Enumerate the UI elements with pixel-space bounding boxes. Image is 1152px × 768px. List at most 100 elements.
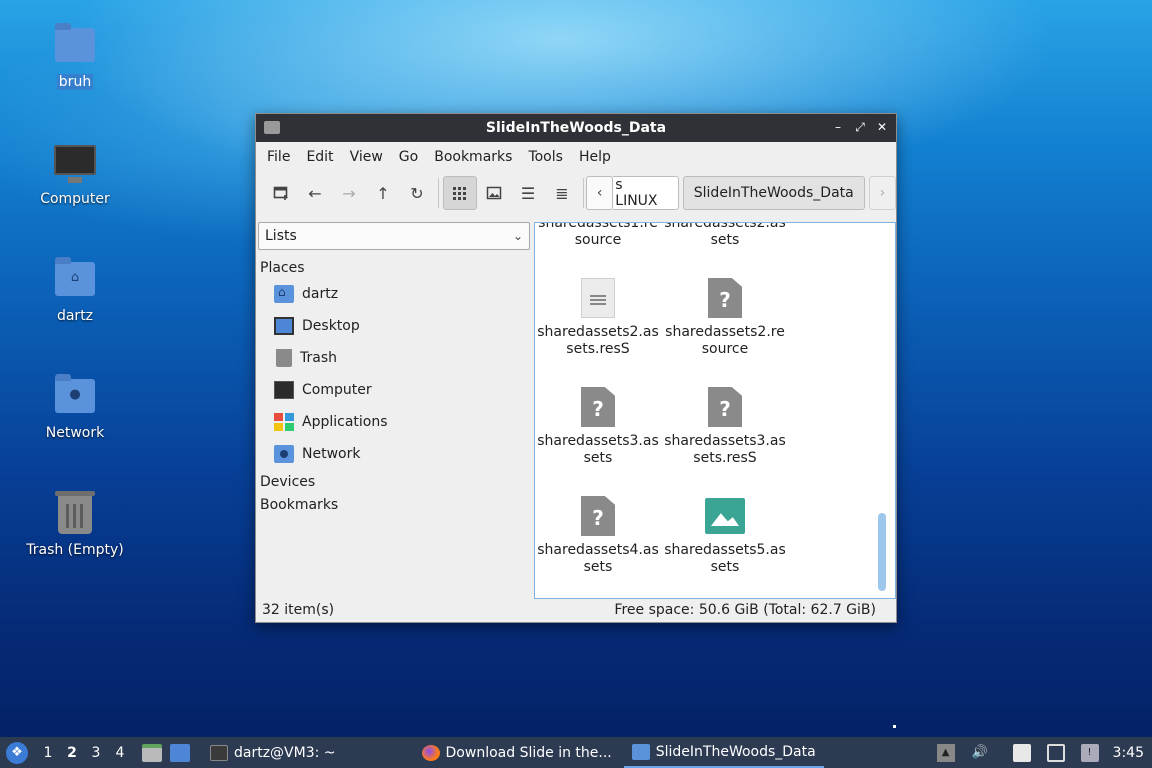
menu-bookmarks[interactable]: Bookmarks xyxy=(426,149,520,165)
sidebar-item-label: Network xyxy=(302,446,361,462)
sidebar-item-desktop[interactable]: Desktop xyxy=(258,310,530,342)
clock[interactable]: 3:45 xyxy=(1113,745,1144,761)
new-tab-button[interactable] xyxy=(264,176,298,210)
file-name: sharedassets4.as sets xyxy=(537,542,659,575)
file-item[interactable]: ? sharedassets3.as sets.resS xyxy=(663,387,787,467)
vertical-scrollbar[interactable] xyxy=(877,223,889,598)
window-titlebar[interactable]: SlideInTheWoods_Data – ⤢ ✕ xyxy=(256,114,896,142)
path-crumb-parent[interactable]: s LINUX xyxy=(613,176,679,210)
folder-icon xyxy=(52,22,98,68)
task-label: dartz@VM3: ~ xyxy=(234,744,336,761)
workspace-4[interactable]: 4 xyxy=(108,745,132,761)
desktop-icon-label: Computer xyxy=(40,191,110,207)
side-pane-mode-select[interactable]: Lists ⌄ xyxy=(258,222,530,250)
workspace-1[interactable]: 1 xyxy=(36,745,60,761)
menu-edit[interactable]: Edit xyxy=(298,149,341,165)
notification-icon[interactable]: ! xyxy=(1080,743,1099,762)
menu-help[interactable]: Help xyxy=(571,149,619,165)
path-crumb-current[interactable]: SlideInTheWoods_Data xyxy=(682,176,865,210)
computer-icon xyxy=(274,381,294,399)
volume-icon[interactable]: 🔊 xyxy=(971,744,989,762)
path-scroll-right-button[interactable]: › xyxy=(868,176,897,210)
file-item[interactable]: sharedassets2.as sets.resS xyxy=(536,278,660,358)
compact-view-button[interactable]: ☰ xyxy=(511,176,545,210)
devices-heading[interactable]: Devices xyxy=(260,474,530,492)
computer-icon xyxy=(52,139,98,185)
file-item[interactable]: ? sharedassets3.as sets xyxy=(536,387,660,467)
menu-tools[interactable]: Tools xyxy=(520,149,571,165)
task-terminal[interactable]: dartz@VM3: ~ xyxy=(202,737,344,768)
restore-button[interactable]: ⤢ xyxy=(852,119,868,135)
file-item[interactable]: ? sharedassets2.re source xyxy=(663,278,787,358)
scrollbar-thumb[interactable] xyxy=(878,513,886,591)
desktop-icon-label: dartz xyxy=(56,308,94,324)
desktop-icon-trash[interactable]: Trash (Empty) xyxy=(20,490,130,558)
workspace-2[interactable]: 2 xyxy=(60,745,84,761)
file-name: sharedassets2.as sets.resS xyxy=(537,324,659,357)
desktop-icon-network[interactable]: ● Network xyxy=(20,373,130,441)
sidebar-item-computer[interactable]: Computer xyxy=(258,374,530,406)
sidebar-item-label: Applications xyxy=(302,414,388,430)
chevron-down-icon: ⌄ xyxy=(512,229,523,243)
show-desktop-icon[interactable] xyxy=(170,743,190,762)
network-status-icon[interactable] xyxy=(1046,743,1065,762)
system-tray: ▲ 🔊 ! 3:45 xyxy=(929,737,1152,768)
task-label: Download Slide in the... xyxy=(445,744,612,761)
applications-icon xyxy=(274,413,294,431)
task-file-manager[interactable]: SlideInTheWoods_Data xyxy=(623,737,824,768)
path-scroll-left-button[interactable]: ‹ xyxy=(586,176,614,210)
side-pane: Lists ⌄ Places dartz Desktop Trash Compu… xyxy=(258,222,530,598)
minimize-button[interactable]: – xyxy=(830,119,846,135)
desktop-icon-label: bruh xyxy=(56,74,94,90)
sidebar-item-dartz[interactable]: dartz xyxy=(258,278,530,310)
file-name: sharedassets1.re source xyxy=(538,222,658,248)
desktop-icon-computer[interactable]: Computer xyxy=(20,139,130,207)
image-file-icon xyxy=(705,498,745,534)
menu-view[interactable]: View xyxy=(342,149,391,165)
unknown-file-icon: ? xyxy=(708,278,742,318)
icon-view-button[interactable] xyxy=(443,176,477,210)
file-manager-launcher-icon[interactable] xyxy=(142,743,162,762)
network-folder-icon xyxy=(274,445,294,463)
start-menu-button[interactable]: ❖ xyxy=(6,741,28,764)
free-space: Free space: 50.6 GiB (Total: 62.7 GiB) xyxy=(614,602,876,618)
workspace-3[interactable]: 3 xyxy=(84,745,108,761)
eject-icon[interactable]: ▲ xyxy=(936,743,955,762)
menubar: File Edit View Go Bookmarks Tools Help xyxy=(256,142,896,172)
file-name: sharedassets2.re source xyxy=(665,324,785,357)
menu-file[interactable]: File xyxy=(259,149,298,165)
toolbar: ← → ↑ ↻ ☰ ≣ ‹ s LINUX SlideInTheWoods_Da… xyxy=(256,172,897,214)
desktop-icon-bruh[interactable]: bruh xyxy=(20,22,130,90)
sidebar-item-trash[interactable]: Trash xyxy=(258,342,530,374)
task-firefox[interactable]: Download Slide in the... xyxy=(414,737,620,768)
file-item[interactable]: sharedassets5.as sets xyxy=(663,496,787,576)
forward-button[interactable]: → xyxy=(332,176,366,210)
thumbnail-view-button[interactable] xyxy=(477,176,511,210)
sidebar-item-label: dartz xyxy=(302,286,339,302)
bookmarks-heading[interactable]: Bookmarks xyxy=(260,497,530,515)
back-button[interactable]: ← xyxy=(298,176,332,210)
desktop-icon-dartz[interactable]: ⌂ dartz xyxy=(20,256,130,324)
file-view[interactable]: sharedassets1.re source sharedassets2.as… xyxy=(534,222,896,599)
menu-go[interactable]: Go xyxy=(391,149,426,165)
new-tab-icon xyxy=(273,186,288,200)
sidebar-item-network[interactable]: Network xyxy=(258,438,530,470)
detailed-view-button[interactable]: ≣ xyxy=(545,176,579,210)
unknown-file-icon: ? xyxy=(708,387,742,427)
firefox-icon xyxy=(421,744,440,761)
side-pane-mode-value: Lists xyxy=(265,228,297,244)
trash-icon xyxy=(52,490,98,536)
up-button[interactable]: ↑ xyxy=(366,176,400,210)
file-name: sharedassets3.as sets xyxy=(537,433,659,466)
sidebar-item-label: Desktop xyxy=(302,318,360,334)
home-folder-icon: ⌂ xyxy=(52,256,98,302)
file-item[interactable]: sharedassets1.re source xyxy=(536,222,660,249)
taskbar: ❖ 1 2 3 4 dartz@VM3: ~ Download Slide in… xyxy=(0,737,1152,768)
close-button[interactable]: ✕ xyxy=(874,119,890,135)
reload-button[interactable]: ↻ xyxy=(400,176,434,210)
sidebar-item-applications[interactable]: Applications xyxy=(258,406,530,438)
file-item[interactable]: sharedassets2.as sets xyxy=(663,223,787,249)
places-heading: Places xyxy=(260,260,305,276)
file-item[interactable]: ? sharedassets4.as sets xyxy=(536,496,660,576)
clipboard-icon[interactable] xyxy=(1012,743,1031,762)
